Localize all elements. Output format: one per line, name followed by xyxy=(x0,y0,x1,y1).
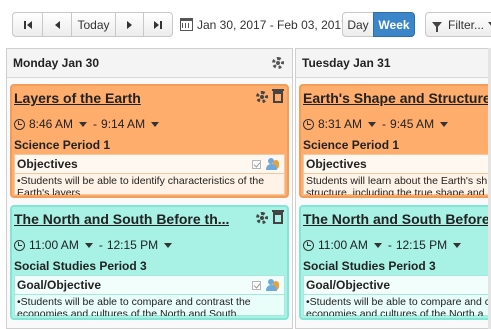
chevron-down-icon[interactable] xyxy=(440,121,449,127)
end-time[interactable]: 12:15 PM xyxy=(396,238,447,252)
objectives-text: •Students will be able to identify chara… xyxy=(17,175,265,195)
calendar-icon xyxy=(180,18,193,31)
chevron-down-icon[interactable] xyxy=(84,242,93,248)
filter-dropdown[interactable]: Filter... xyxy=(425,12,491,37)
lesson-title[interactable]: The North and South Before th... xyxy=(14,211,229,227)
week-view-button[interactable]: Week xyxy=(373,12,415,37)
chevron-left-icon xyxy=(54,20,60,29)
chevron-down-icon[interactable] xyxy=(368,121,377,127)
day-header: Monday Jan 30 xyxy=(7,49,292,78)
start-time[interactable]: 11:00 AM xyxy=(318,238,368,252)
goal-text: •Students will be able to compare and c … xyxy=(304,295,491,316)
objectives-text-content: Students will learn about the Earth's sh… xyxy=(306,175,488,195)
checkbox-icon[interactable] xyxy=(252,280,261,290)
people-icon[interactable] xyxy=(266,279,280,291)
chevron-right-icon xyxy=(127,20,132,29)
class-period: Science Period 1 xyxy=(14,138,111,152)
goal-header: Goal/Objective xyxy=(304,276,491,295)
skip-back-bar-icon xyxy=(24,20,26,29)
lesson-card[interactable]: Layers of the Earth 8:46 AM - 9:14 AM Sc… xyxy=(10,84,289,198)
skip-forward-icon xyxy=(153,20,159,29)
end-time[interactable]: 9:14 AM xyxy=(101,117,145,131)
lesson-card[interactable]: The North and South Before th 11:00 AM -… xyxy=(299,205,491,320)
gear-icon[interactable] xyxy=(256,91,268,103)
previous-button[interactable] xyxy=(42,12,72,37)
clock-icon xyxy=(303,239,314,251)
lesson-title[interactable]: The North and South Before th xyxy=(303,211,491,227)
goal-icons xyxy=(252,279,280,291)
lesson-title[interactable]: Earth's Shape and Structure xyxy=(303,90,491,106)
lesson-card[interactable]: Earth's Shape and Structure 8:31 AM - 9:… xyxy=(299,84,491,198)
objectives-title: Objectives xyxy=(17,157,78,171)
clock-icon xyxy=(14,239,25,251)
day-view-button[interactable]: Day xyxy=(342,12,374,37)
trash-icon[interactable] xyxy=(272,210,284,224)
clock-icon xyxy=(303,118,314,130)
class-period: Science Period 1 xyxy=(303,138,400,152)
goal-section: Goal/Objective •Students will be able to… xyxy=(303,275,491,316)
first-page-button[interactable] xyxy=(12,12,43,37)
time-row: 8:31 AM - 9:45 AM xyxy=(303,117,454,131)
lesson-card[interactable]: The North and South Before th... 11:00 A… xyxy=(10,205,289,320)
chevron-down-icon[interactable] xyxy=(164,242,173,248)
date-range-picker[interactable]: Jan 30, 2017 - Feb 03, 2017 xyxy=(180,12,348,37)
start-time[interactable]: 11:00 AM xyxy=(29,238,79,252)
time-row: 11:00 AM - 12:15 PM xyxy=(303,238,467,252)
gear-icon[interactable] xyxy=(256,212,268,224)
filter-icon xyxy=(432,21,442,32)
start-time[interactable]: 8:46 AM xyxy=(29,117,73,131)
checkbox-icon[interactable] xyxy=(252,159,261,169)
next-button[interactable] xyxy=(115,12,144,37)
chevron-down-icon[interactable] xyxy=(453,242,462,248)
trash-icon[interactable] xyxy=(272,89,284,103)
day-header: Tuesday Jan 31 xyxy=(296,49,491,78)
time-separator: - xyxy=(387,238,392,252)
chevron-down-icon[interactable] xyxy=(79,121,88,127)
objectives-section: Objectives Students will learn about the… xyxy=(303,154,491,195)
card-actions xyxy=(256,210,284,224)
time-separator: - xyxy=(382,117,387,131)
goal-header: Goal/Objective xyxy=(15,276,284,295)
chevron-down-icon[interactable] xyxy=(373,242,382,248)
people-icon[interactable] xyxy=(266,158,280,170)
skip-back-icon xyxy=(27,20,32,29)
objectives-title: Objectives xyxy=(306,157,367,171)
last-page-button[interactable] xyxy=(143,12,173,37)
objectives-icons xyxy=(252,158,280,170)
filter-label: Filter... xyxy=(448,17,485,32)
objectives-header: Objectives xyxy=(15,155,284,174)
time-row: 11:00 AM - 12:15 PM xyxy=(14,238,178,252)
skip-forward-bar-icon xyxy=(159,20,162,29)
end-time[interactable]: 12:15 PM xyxy=(107,238,158,252)
lesson-title[interactable]: Layers of the Earth xyxy=(14,90,141,106)
date-range-label: Jan 30, 2017 - Feb 03, 2017 xyxy=(197,17,348,32)
calendar-toolbar: Today Jan 30, 2017 - Feb 03, 2017 Day We… xyxy=(0,0,491,48)
end-time[interactable]: 9:45 AM xyxy=(390,117,434,131)
clock-icon xyxy=(14,118,25,130)
objectives-header: Objectives xyxy=(304,155,491,174)
day-header-label: Monday Jan 30 xyxy=(13,56,100,70)
time-separator: - xyxy=(93,117,98,131)
goal-text-content: •Students will be able to compare and c … xyxy=(306,296,491,316)
goal-title: Goal/Objective xyxy=(17,278,102,292)
objectives-section: Objectives •Students will be able to ide… xyxy=(14,154,285,195)
card-actions xyxy=(256,89,284,103)
day-header-label: Tuesday Jan 31 xyxy=(302,56,391,70)
day-column-monday: Monday Jan 30 Layers of the Earth 8:46 A… xyxy=(6,48,293,329)
goal-title: Goal/Objective xyxy=(306,278,391,292)
start-time[interactable]: 8:31 AM xyxy=(318,117,362,131)
objectives-text: Students will learn about the Earth's sh… xyxy=(304,174,491,195)
day-column-tuesday: Tuesday Jan 31 Earth's Shape and Structu… xyxy=(295,48,491,329)
gear-icon[interactable] xyxy=(272,57,284,69)
class-period: Social Studies Period 3 xyxy=(14,259,147,273)
today-button[interactable]: Today xyxy=(71,12,116,37)
time-separator: - xyxy=(98,238,103,252)
class-period: Social Studies Period 3 xyxy=(303,259,436,273)
chevron-down-icon[interactable] xyxy=(151,121,160,127)
goal-text: •Students will be able to compare and co… xyxy=(17,296,251,316)
time-row: 8:46 AM - 9:14 AM xyxy=(14,117,165,131)
goal-section: Goal/Objective •Students will be able to… xyxy=(14,275,285,316)
